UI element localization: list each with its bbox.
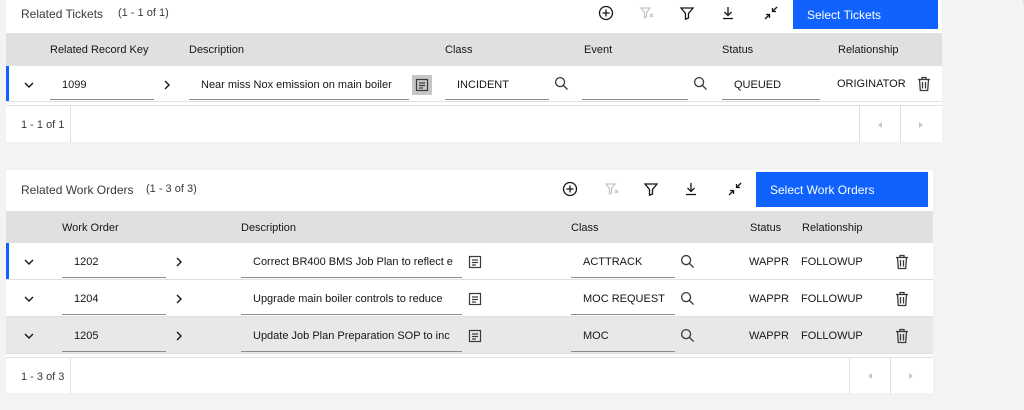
tickets-title: Related Tickets xyxy=(21,7,104,21)
chevron-right-icon[interactable] xyxy=(173,293,185,305)
filter-icon[interactable] xyxy=(643,181,659,197)
relationship-value: FOLLOWUP xyxy=(801,256,863,268)
chevron-right-icon[interactable] xyxy=(173,256,185,268)
search-icon[interactable] xyxy=(680,328,696,344)
minimize-icon[interactable] xyxy=(763,5,779,21)
column-related-record-key[interactable]: Related Record Key xyxy=(50,44,148,56)
column-status[interactable]: Status xyxy=(722,44,753,56)
related-tickets-panel: Related Tickets (1 - 1 of 1) Select Tick… xyxy=(6,0,942,143)
search-icon[interactable] xyxy=(680,291,696,307)
filter-icon[interactable] xyxy=(679,5,695,21)
pagination-divider xyxy=(70,106,71,143)
trash-icon[interactable] xyxy=(917,76,931,92)
tickets-pagination-text: 1 - 1 of 1 xyxy=(21,119,65,131)
table-row: 1205 Update Job Plan Preparation SOP to … xyxy=(6,317,933,354)
trash-icon[interactable] xyxy=(895,328,909,344)
work-orders-count: (1 - 3 of 3) xyxy=(146,183,197,195)
column-description[interactable]: Description xyxy=(241,222,296,234)
work-orders-column-header: Work Order Description Class Status Rela… xyxy=(6,211,933,243)
pagination-divider xyxy=(70,358,71,394)
work-order-field[interactable]: 1204 xyxy=(62,284,166,315)
tickets-pagination: 1 - 1 of 1 xyxy=(6,105,942,143)
minimize-icon[interactable] xyxy=(727,181,743,197)
table-row: 1204 Upgrade main boiler controls to red… xyxy=(6,280,933,317)
column-event[interactable]: Event xyxy=(584,44,612,56)
add-icon[interactable] xyxy=(562,181,578,197)
status-field[interactable]: QUEUED xyxy=(722,70,820,100)
class-field[interactable]: ACTTRACK xyxy=(571,247,675,278)
table-row: 1099 Near miss Nox emission on main boil… xyxy=(6,66,942,102)
table-row: 1202 Correct BR400 BMS Job Plan to refle… xyxy=(6,243,933,280)
class-field[interactable]: MOC REQUEST xyxy=(571,284,675,315)
search-icon[interactable] xyxy=(680,254,696,270)
column-class[interactable]: Class xyxy=(445,44,473,56)
status-value: WAPPR xyxy=(749,330,789,342)
status-value: WAPPR xyxy=(749,256,789,268)
related-work-orders-panel: Related Work Orders (1 - 3 of 3) Select … xyxy=(6,170,933,394)
chevron-down-icon[interactable] xyxy=(23,256,35,268)
relationship-value: ORIGINATOR xyxy=(837,78,906,90)
chevron-right-icon[interactable] xyxy=(161,79,173,91)
work-orders-toolbar: Related Work Orders (1 - 3 of 3) Select … xyxy=(6,170,933,208)
trash-icon[interactable] xyxy=(895,291,909,307)
description-field[interactable]: Correct BR400 BMS Job Plan to reflect e xyxy=(241,247,462,278)
search-icon[interactable] xyxy=(693,76,709,92)
work-orders-pagination: 1 - 3 of 3 xyxy=(6,357,933,394)
column-work-order[interactable]: Work Order xyxy=(62,222,119,234)
tickets-column-header: Related Record Key Description Class Eve… xyxy=(6,33,942,66)
chevron-down-icon[interactable] xyxy=(23,79,35,91)
row-selection-indicator xyxy=(6,243,9,279)
column-status[interactable]: Status xyxy=(750,222,781,234)
document-icon[interactable] xyxy=(465,252,485,272)
add-icon[interactable] xyxy=(598,5,614,21)
column-relationship[interactable]: Relationship xyxy=(802,222,863,234)
next-page-button[interactable] xyxy=(890,358,930,394)
work-orders-title: Related Work Orders xyxy=(21,183,134,197)
work-orders-pagination-text: 1 - 3 of 3 xyxy=(21,371,65,383)
relationship-value: FOLLOWUP xyxy=(801,293,863,305)
work-order-field[interactable]: 1205 xyxy=(62,321,166,352)
tickets-toolbar: Related Tickets (1 - 1 of 1) Select Tick… xyxy=(6,0,942,30)
event-field[interactable] xyxy=(582,70,688,100)
relationship-value: FOLLOWUP xyxy=(801,330,863,342)
description-field[interactable]: Near miss Nox emission on main boiler xyxy=(189,70,409,100)
filter-remove-icon[interactable] xyxy=(604,181,620,197)
class-field[interactable]: MOC xyxy=(571,321,675,352)
download-icon[interactable] xyxy=(720,5,736,21)
previous-page-button[interactable] xyxy=(859,106,899,143)
class-field[interactable]: INCIDENT xyxy=(445,70,549,100)
description-field[interactable]: Update Job Plan Preparation SOP to inc xyxy=(241,321,462,352)
document-icon[interactable] xyxy=(465,326,485,346)
select-work-orders-button[interactable]: Select Work Orders xyxy=(756,172,928,207)
status-value: WAPPR xyxy=(749,293,789,305)
filter-remove-icon[interactable] xyxy=(639,5,655,21)
download-icon[interactable] xyxy=(683,181,699,197)
related-record-key-field[interactable]: 1099 xyxy=(50,70,154,100)
chevron-down-icon[interactable] xyxy=(23,330,35,342)
select-tickets-button[interactable]: Select Tickets xyxy=(793,0,938,29)
column-class[interactable]: Class xyxy=(571,222,599,234)
previous-page-button[interactable] xyxy=(849,358,889,394)
next-page-button[interactable] xyxy=(900,106,940,143)
work-order-field[interactable]: 1202 xyxy=(62,247,166,278)
document-icon[interactable] xyxy=(412,75,432,95)
document-icon[interactable] xyxy=(465,289,485,309)
column-description[interactable]: Description xyxy=(189,44,244,56)
search-icon[interactable] xyxy=(554,76,570,92)
chevron-down-icon[interactable] xyxy=(23,293,35,305)
description-field[interactable]: Upgrade main boiler controls to reduce xyxy=(241,284,462,315)
tickets-count: (1 - 1 of 1) xyxy=(118,7,169,19)
row-selection-indicator xyxy=(6,66,9,101)
chevron-right-icon[interactable] xyxy=(173,330,185,342)
column-relationship[interactable]: Relationship xyxy=(838,44,899,56)
trash-icon[interactable] xyxy=(895,254,909,270)
